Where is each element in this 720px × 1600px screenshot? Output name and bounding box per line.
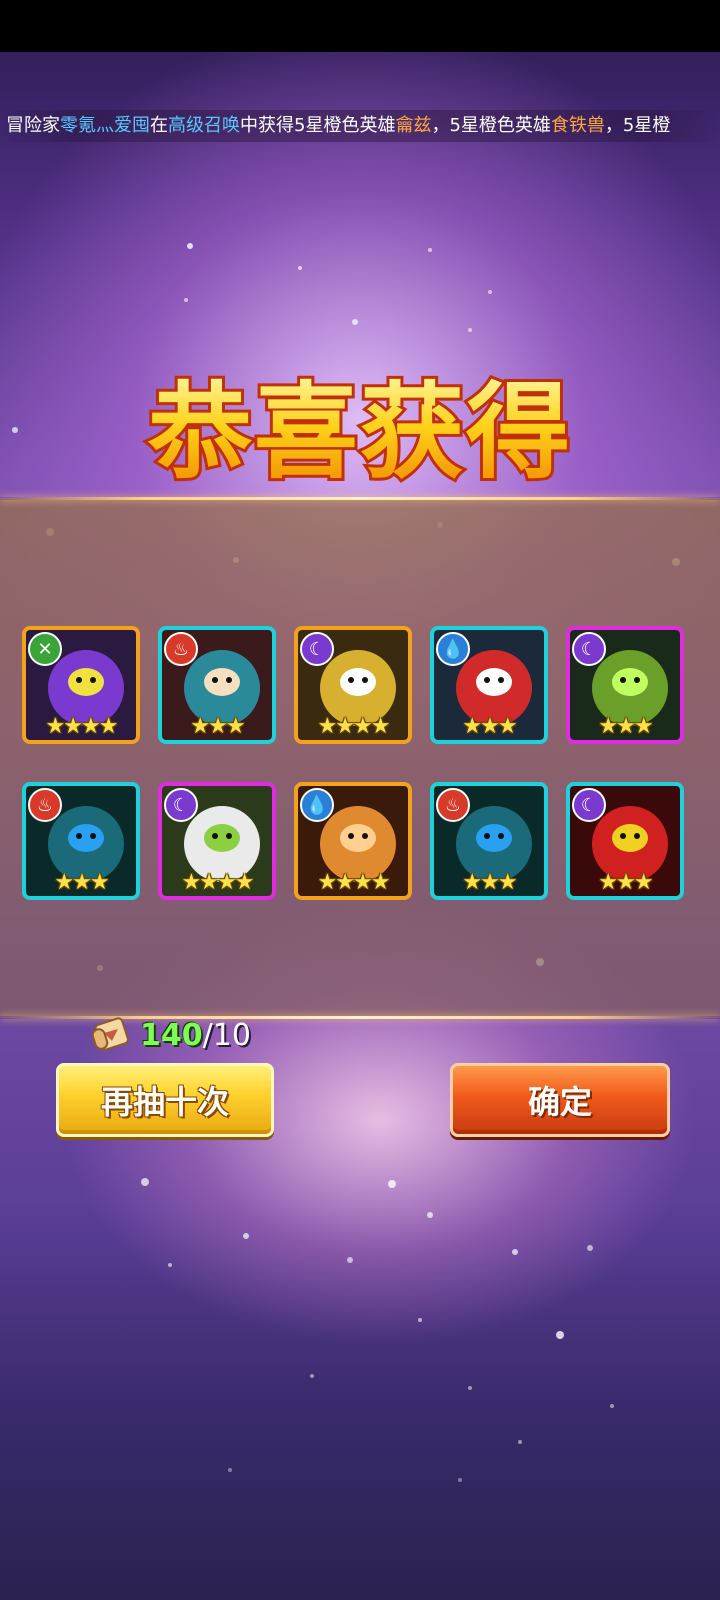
confirm-button[interactable]: 确定	[450, 1063, 670, 1137]
hero-card[interactable]: ♨ ★★★	[22, 782, 140, 900]
congrats-title: 恭喜获得	[120, 360, 600, 500]
draw-ten-again-button[interactable]: 再抽十次	[56, 1063, 274, 1137]
confirm-label: 确定	[527, 1083, 592, 1121]
hero-stars: ★★★★	[317, 870, 391, 895]
marquee-text: 冒险家	[6, 115, 60, 136]
hero-card[interactable]: 💧 ★★★★	[294, 782, 412, 900]
hero-card[interactable]: ♨ ★★★	[430, 782, 548, 900]
marquee-text: ，5星橙色英雄	[431, 115, 551, 136]
draw-ten-again-label: 再抽十次	[100, 1083, 229, 1121]
hero-card[interactable]: ☾ ★★★★	[158, 782, 276, 900]
summon-scroll-icon	[91, 1017, 129, 1051]
hero-stars: ★★★	[598, 870, 653, 895]
hero-card[interactable]: ☾ ★★★	[566, 626, 684, 744]
marquee-hero-name: 食铁兽	[550, 115, 605, 136]
hero-stars: ★★★	[462, 714, 517, 739]
reward-panel	[0, 498, 720, 1018]
hero-stars: ★★★	[54, 870, 109, 895]
hero-stars: ★★★★	[317, 714, 391, 739]
panel-top-glow	[0, 497, 720, 500]
fire-icon: ♨	[164, 632, 198, 666]
ticket-count-current: 140	[140, 1017, 203, 1053]
hero-stars: ★★★	[598, 714, 653, 739]
summon-ticket-counter: 140 / 10	[90, 1015, 251, 1055]
marquee-text: 中获得5星橙色英雄	[240, 115, 396, 136]
announcement-marquee: 冒险家零氪灬爱囤在高级召唤中获得5星橙色英雄龠兹，5星橙色英雄食铁兽，5星橙	[0, 110, 720, 142]
fire-icon: ♨	[28, 788, 62, 822]
marquee-text: 在	[150, 115, 168, 136]
marquee-pool-name: 高级召唤	[168, 115, 240, 136]
moon-icon: ☾	[300, 632, 334, 666]
status-bar	[0, 0, 720, 52]
hero-card[interactable]: ✕ ★★★★	[22, 626, 140, 744]
fire-icon: ♨	[436, 788, 470, 822]
moon-icon: ☾	[572, 632, 606, 666]
hero-stars: ★★★	[190, 714, 245, 739]
ticket-count-cost: 10	[212, 1017, 251, 1053]
hero-stars: ★★★★	[181, 870, 255, 895]
hero-card[interactable]: ♨ ★★★	[158, 626, 276, 744]
hero-card[interactable]: ☾ ★★★	[566, 782, 684, 900]
wind-icon: ✕	[28, 632, 62, 666]
title-text: 恭喜获得	[147, 371, 572, 493]
marquee-text: ，5星橙	[604, 115, 671, 136]
hero-stars: ★★★	[462, 870, 517, 895]
hero-card[interactable]: ☾ ★★★★	[294, 626, 412, 744]
marquee-player-name: 零氪灬爱囤	[60, 115, 150, 136]
moon-icon: ☾	[164, 788, 198, 822]
moon-icon: ☾	[572, 788, 606, 822]
ticket-count-separator: /	[202, 1017, 213, 1053]
water-icon: 💧	[300, 788, 334, 822]
hero-card[interactable]: 💧 ★★★	[430, 626, 548, 744]
marquee-hero-name: 龠兹	[395, 115, 432, 136]
hero-stars: ★★★★	[45, 714, 119, 739]
water-icon: 💧	[436, 632, 470, 666]
